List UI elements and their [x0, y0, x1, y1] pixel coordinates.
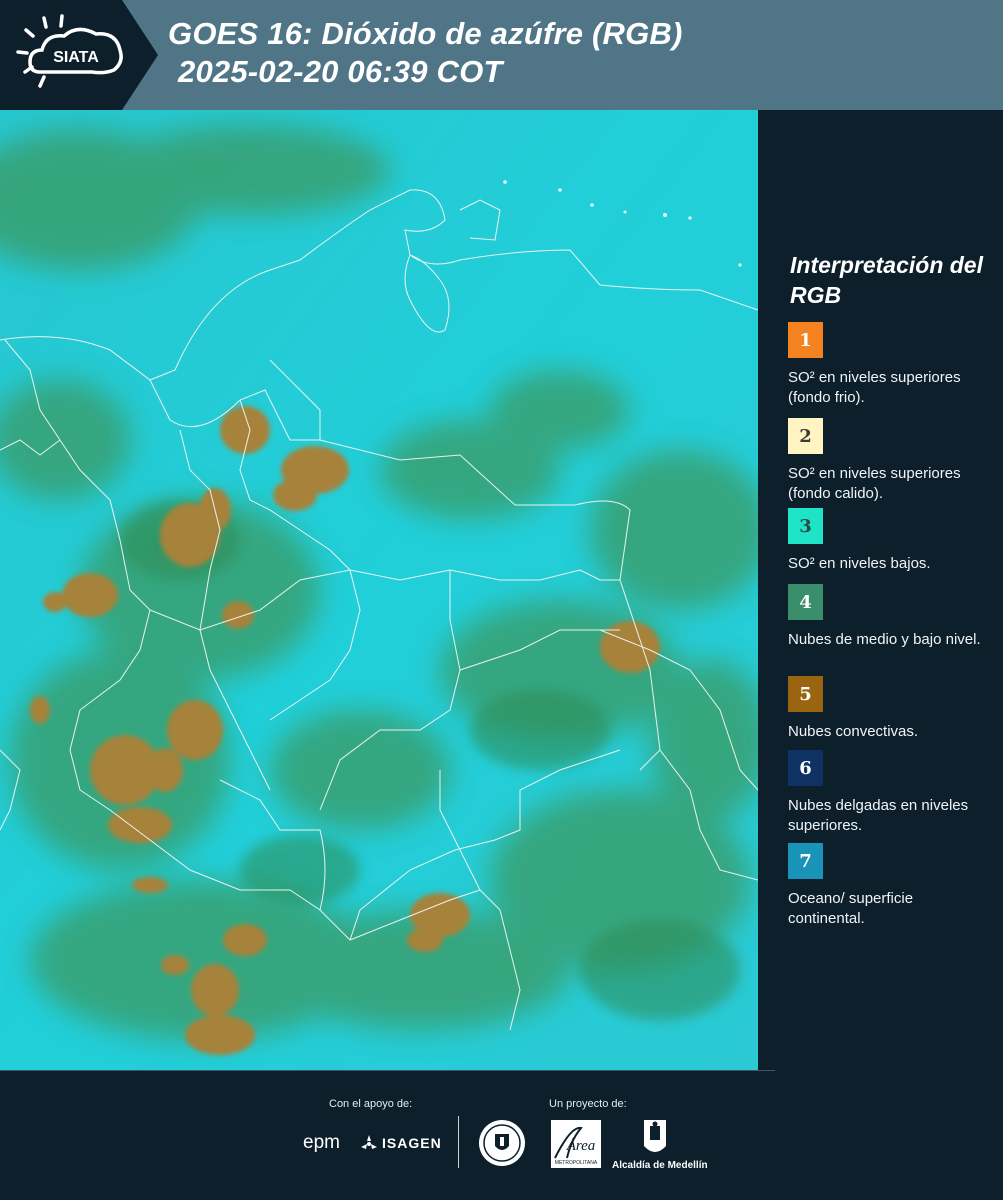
area-metropolitana-graphic: Área METROPOLITANA [551, 1120, 601, 1168]
legend-number-3: 3 [799, 515, 812, 537]
legend-item-2: 2 SO² en niveles superiores (fondo calid… [788, 418, 993, 504]
satellite-map[interactable] [0, 110, 758, 1070]
epm-logo-text: epm [303, 1132, 340, 1153]
alcaldia-medellin-logo[interactable] [612, 1118, 698, 1163]
legend-item-1: 1 SO² en niveles superiores (fondo frio)… [788, 322, 993, 408]
legend-item-4: 4 Nubes de medio y bajo nivel. [788, 584, 993, 650]
legend-swatch-2: 2 [788, 418, 823, 454]
legend-item-3: 3 SO² en niveles bajos. [788, 508, 993, 574]
legend-item-5: 5 Nubes convectivas. [788, 676, 993, 742]
legend-swatch-4: 4 [788, 584, 823, 620]
siata-logo-graphic: SIATA [0, 0, 158, 110]
epm-logo[interactable]: epm [303, 1132, 340, 1154]
legend-swatch-3: 3 [788, 508, 823, 544]
header-bar: SIATA GOES 16: Dióxido de azúfre (RGB) 2… [0, 0, 1003, 110]
satellite-image [0, 110, 758, 1070]
legend-label-3: SO² en niveles bajos. [788, 555, 931, 572]
legend-swatch-1: 1 [788, 322, 823, 358]
isagen-icon [361, 1135, 377, 1149]
legend-number-7: 7 [799, 850, 812, 872]
siata-logo[interactable]: SIATA [0, 0, 158, 110]
legend-label-4: Nubes de medio y bajo nivel. [788, 631, 981, 648]
area-metropolitana-logo[interactable]: Área METROPOLITANA [551, 1120, 601, 1177]
area-logo-text: Área [566, 1137, 596, 1154]
isagen-logo-text: ISAGEN [382, 1135, 442, 1151]
project-label: Un proyecto de: [549, 1098, 627, 1110]
legend-label-2: SO² en niveles superiores (fondo calido)… [788, 465, 961, 502]
footer: Con el apoyo de: Un proyecto de: epm ISA… [0, 1070, 1003, 1200]
legend-label-1: SO² en niveles superiores (fondo frio). [788, 369, 961, 406]
legend-number-1: 1 [799, 329, 812, 351]
legend-panel: Interpretación del RGB 1 SO² en niveles … [758, 110, 1003, 1070]
legend-label-5: Nubes convectivas. [788, 723, 919, 740]
legend-number-6: 6 [799, 757, 812, 779]
medellin-seal-logo[interactable] [477, 1118, 527, 1173]
legend-number-5: 5 [799, 683, 812, 705]
area-logo-subtext: METROPOLITANA [555, 1160, 598, 1166]
legend-title: Interpretación del RGB [790, 252, 983, 308]
footer-divider-line [0, 1070, 775, 1071]
isagen-logo[interactable]: ISAGEN [360, 1134, 442, 1152]
legend-label-6: Nubes delgadas en niveles superiores. [788, 797, 969, 834]
legend-item-6: 6 Nubes delgadas en niveles superiores. [788, 750, 993, 836]
legend-item-7: 7 Oceano/ superficie continental. [788, 843, 993, 929]
page-title: GOES 16: Dióxido de azúfre (RGB) [168, 16, 683, 51]
alcaldia-shield-icon [644, 1120, 666, 1152]
support-label: Con el apoyo de: [329, 1098, 413, 1110]
legend-number-2: 2 [799, 425, 812, 447]
footer-logo-divider [458, 1116, 459, 1168]
legend-swatch-7: 7 [788, 843, 823, 879]
legend-number-4: 4 [799, 591, 812, 613]
legend-label-7: Oceano/ superficie continental. [788, 890, 914, 927]
alcaldia-label: Alcaldía de Medellín [612, 1160, 708, 1171]
seal-icon [479, 1120, 525, 1166]
page-timestamp: 2025-02-20 06:39 COT [178, 54, 503, 89]
logo-text: SIATA [53, 49, 99, 66]
legend-swatch-5: 5 [788, 676, 823, 712]
legend-swatch-6: 6 [788, 750, 823, 786]
